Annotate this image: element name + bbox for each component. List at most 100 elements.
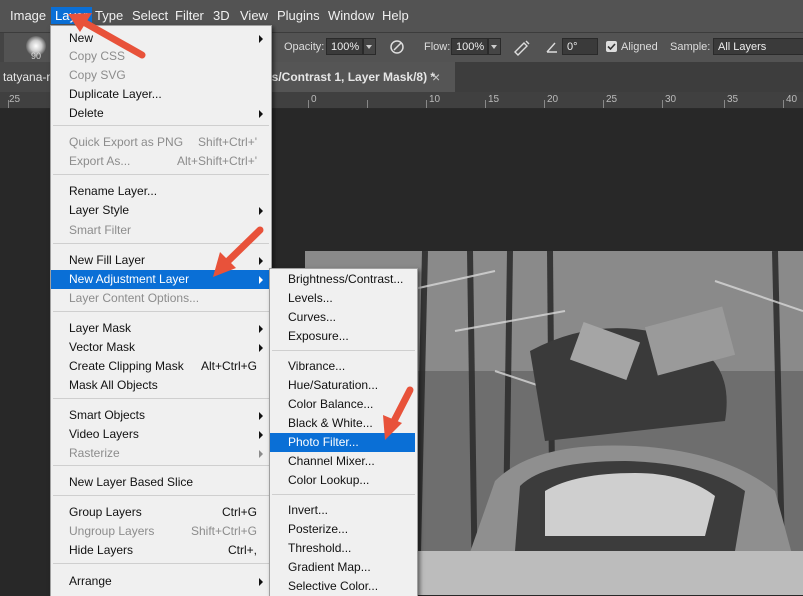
- ruler-tick: [367, 100, 368, 108]
- menu-item-label: New Adjustment Layer: [69, 272, 190, 286]
- adjustment-item-brightness-contrast[interactable]: Brightness/Contrast...: [270, 270, 415, 289]
- opacity-dropdown[interactable]: [363, 38, 376, 55]
- adjustment-item-posterize[interactable]: Posterize...: [270, 520, 415, 539]
- layer-menu-item-layer-mask[interactable]: Layer Mask: [51, 319, 269, 338]
- flow-input[interactable]: 100%: [451, 38, 488, 55]
- layer-menu-item-ungroup-layers[interactable]: Ungroup Layers Shift+Ctrl+G: [51, 522, 269, 541]
- adjustment-item-black-white[interactable]: Black & White...: [270, 414, 415, 433]
- menu-help[interactable]: Help: [382, 8, 409, 23]
- ruler-tick: [8, 100, 9, 108]
- layer-menu-item-copy-css[interactable]: Copy CSS: [51, 47, 269, 66]
- adjustment-item-color-balance[interactable]: Color Balance...: [270, 395, 415, 414]
- airbrush-icon[interactable]: [512, 38, 532, 56]
- layer-menu-item-new-adjustment-layer[interactable]: New Adjustment Layer: [51, 270, 269, 289]
- menu-item-label: Video Layers: [69, 427, 139, 441]
- adjustment-item-invert[interactable]: Invert...: [270, 501, 415, 520]
- menu-layer[interactable]: Layer: [51, 7, 92, 24]
- menu-item-label: Hue/Saturation...: [288, 378, 379, 392]
- ruler-label: 35: [727, 94, 739, 105]
- pressure-opacity-icon[interactable]: [388, 38, 406, 56]
- submenu-arrow-icon: [259, 35, 263, 43]
- menu-item-label: Invert...: [288, 503, 329, 517]
- layer-menu-item-new-layer-based-slice[interactable]: New Layer Based Slice: [51, 473, 269, 492]
- layer-menu-item-new-fill-layer[interactable]: New Fill Layer: [51, 251, 269, 270]
- menu-item-label: Gradient Map...: [288, 560, 371, 574]
- menu-item-label: Create Clipping Mask: [69, 359, 184, 373]
- layer-menu-item-arrange[interactable]: Arrange: [51, 572, 269, 591]
- sample-select[interactable]: All Layers: [713, 38, 803, 55]
- menu-item-label: Curves...: [288, 310, 337, 324]
- angle-icon: [546, 42, 557, 53]
- layer-menu-item-create-clipping-mask[interactable]: Create Clipping Mask Alt+Ctrl+G: [51, 357, 269, 376]
- menu-image[interactable]: Image: [10, 8, 46, 23]
- adjustment-item-vibrance[interactable]: Vibrance...: [270, 357, 415, 376]
- ruler-label: 25: [9, 94, 21, 105]
- menu-window[interactable]: Window: [328, 8, 374, 23]
- adjustment-item-hue-saturation[interactable]: Hue/Saturation...: [270, 376, 415, 395]
- aligned-checkbox[interactable]: [606, 41, 617, 52]
- menu-item-label: Exposure...: [288, 329, 349, 343]
- layer-menu-item-vector-mask[interactable]: Vector Mask: [51, 338, 269, 357]
- sample-label: Sample:: [670, 41, 711, 53]
- adjustment-item-threshold[interactable]: Threshold...: [270, 539, 415, 558]
- menu-item-shortcut: Ctrl+,: [227, 543, 257, 557]
- layer-menu-item-new[interactable]: New: [51, 29, 269, 48]
- menu-separator: [53, 465, 269, 466]
- layer-menu-item-rasterize[interactable]: Rasterize: [51, 444, 269, 463]
- layer-menu-item-rename-layer[interactable]: Rename Layer...: [51, 182, 269, 201]
- angle-input[interactable]: 0°: [562, 38, 598, 55]
- tab-document-2[interactable]: ss/Contrast 1, Layer Mask/8) *: [262, 62, 455, 92]
- submenu-arrow-icon: [259, 431, 263, 439]
- layer-menu-item-mask-all-objects[interactable]: Mask All Objects: [51, 376, 269, 395]
- layer-menu-item-smart-objects[interactable]: Smart Objects: [51, 406, 269, 425]
- layer-menu-item-smart-filter[interactable]: Smart Filter: [51, 221, 269, 240]
- opacity-label: Opacity:: [284, 41, 325, 53]
- layer-menu-item-video-layers[interactable]: Video Layers: [51, 425, 269, 444]
- menu-separator: [53, 243, 269, 244]
- ruler-tick: [308, 100, 309, 108]
- menu-plugins[interactable]: Plugins: [277, 8, 320, 23]
- adjustment-item-color-lookup[interactable]: Color Lookup...: [270, 471, 415, 490]
- layer-menu-item-group-layers[interactable]: Group Layers Ctrl+G: [51, 503, 269, 522]
- menu-item-label: Color Balance...: [288, 397, 374, 411]
- flow-dropdown[interactable]: [488, 38, 501, 55]
- ruler-label: 20: [547, 94, 559, 105]
- tab-document-1[interactable]: tatyana-m: [0, 62, 51, 92]
- menu-3d[interactable]: 3D: [213, 8, 230, 23]
- menu-view[interactable]: View: [240, 8, 268, 23]
- ruler-label: 15: [488, 94, 500, 105]
- menu-item-label: Posterize...: [288, 522, 349, 536]
- ruler-label: 25: [606, 94, 618, 105]
- check-icon: [607, 43, 616, 51]
- adjustment-item-levels[interactable]: Levels...: [270, 289, 415, 308]
- menu-separator: [53, 125, 269, 126]
- brush-preset-picker[interactable]: [0, 33, 4, 62]
- menu-item-shortcut: Alt+Shift+Ctrl+': [177, 154, 257, 168]
- layer-menu-item-delete[interactable]: Delete: [51, 104, 269, 123]
- menu-type[interactable]: Type: [95, 8, 123, 23]
- layer-menu-item-layer-style[interactable]: Layer Style: [51, 201, 269, 220]
- layer-menu-item-hide-layers[interactable]: Hide Layers Ctrl+,: [51, 541, 269, 560]
- adjustment-item-selective-color[interactable]: Selective Color...: [270, 577, 415, 596]
- menu-item-label: Color Lookup...: [288, 473, 370, 487]
- menu-item-label: Rasterize: [69, 446, 120, 460]
- adjustment-item-photo-filter[interactable]: Photo Filter...: [270, 433, 415, 452]
- tab-close-icon[interactable]: ×: [432, 69, 440, 85]
- layer-menu-item-duplicate-layer[interactable]: Duplicate Layer...: [51, 85, 269, 104]
- layer-menu-item-copy-svg[interactable]: Copy SVG: [51, 66, 269, 85]
- menu-item-label: New Layer Based Slice: [69, 475, 194, 489]
- menu-separator: [272, 350, 415, 351]
- adjustment-item-curves[interactable]: Curves...: [270, 308, 415, 327]
- menu-filter[interactable]: Filter: [175, 8, 204, 23]
- adjustment-item-channel-mixer[interactable]: Channel Mixer...: [270, 452, 415, 471]
- menu-item-label: New: [69, 31, 94, 45]
- adjustment-item-gradient-map[interactable]: Gradient Map...: [270, 558, 415, 577]
- layer-menu-item-export-as[interactable]: Export As... Alt+Shift+Ctrl+': [51, 152, 269, 171]
- menu-item-label: Black & White...: [288, 416, 373, 430]
- layer-menu-item-layer-content-options[interactable]: Layer Content Options...: [51, 289, 269, 308]
- menu-select[interactable]: Select: [132, 8, 168, 23]
- opacity-input[interactable]: 100%: [326, 38, 363, 55]
- layer-menu-item-quick-export-as-png[interactable]: Quick Export as PNG Shift+Ctrl+': [51, 133, 269, 152]
- menu-item-label: Levels...: [288, 291, 333, 305]
- adjustment-item-exposure[interactable]: Exposure...: [270, 327, 415, 346]
